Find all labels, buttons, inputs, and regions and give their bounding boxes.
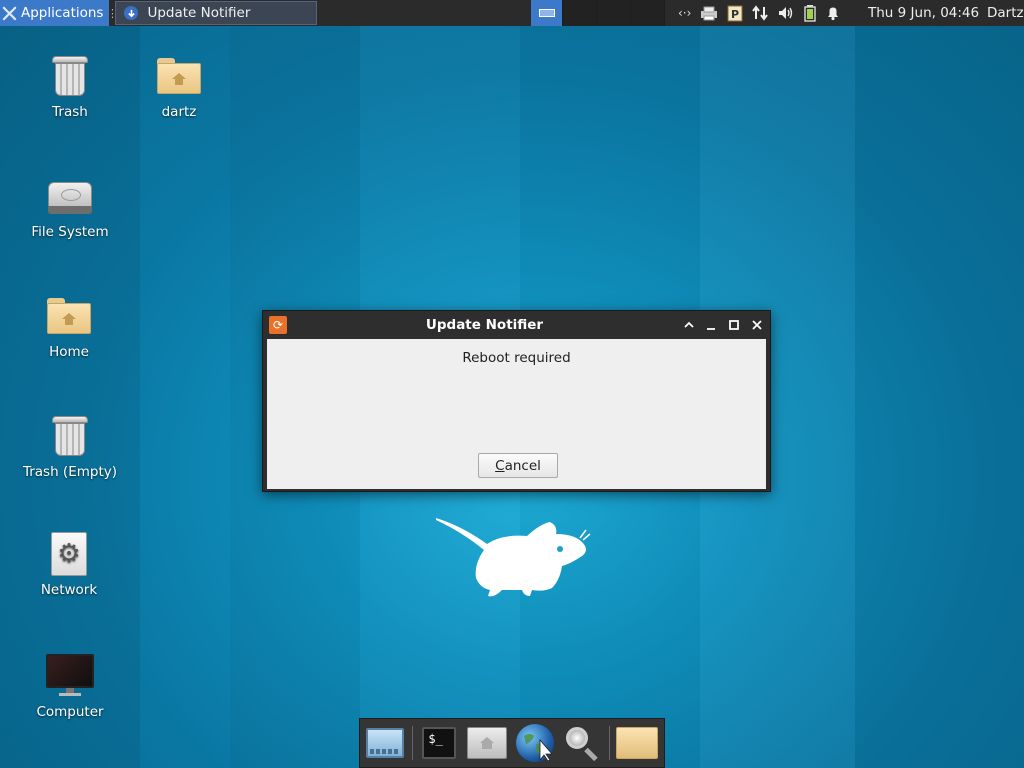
- dialog-title: Update Notifier: [425, 317, 544, 333]
- desktop-icon-label: Trash: [52, 104, 88, 120]
- trash-icon: [46, 52, 94, 100]
- network-activity-icon[interactable]: ‹·›: [678, 6, 691, 20]
- trash-icon: [46, 412, 94, 460]
- workspace-1[interactable]: [531, 0, 563, 26]
- desktop-icon-label: Computer: [36, 704, 104, 720]
- maximize-button[interactable]: [726, 317, 742, 333]
- home-launcher[interactable]: [466, 721, 508, 765]
- parcellite-icon[interactable]: P: [727, 4, 743, 22]
- xfce-mouse-logo: [436, 518, 591, 597]
- taskbar-item-label: Update Notifier: [147, 5, 251, 21]
- dock-separator: [609, 726, 611, 760]
- taskbar-item-update-notifier[interactable]: Update Notifier: [115, 1, 318, 25]
- workspace-switcher: [531, 0, 665, 26]
- top-panel: Applications ⋮ Update Notifier ‹·› P Thu…: [0, 0, 1024, 26]
- cancel-label-rest: ancel: [504, 457, 541, 474]
- cancel-button[interactable]: Cancel: [478, 453, 558, 478]
- dialog-titlebar[interactable]: ⟳ Update Notifier: [263, 311, 770, 339]
- desktop-icon-dartz[interactable]: dartz: [124, 52, 234, 120]
- terminal-icon: $_: [422, 727, 457, 759]
- workspace-4[interactable]: [631, 0, 665, 26]
- volume-icon[interactable]: [777, 5, 795, 21]
- applications-menu-button[interactable]: Applications: [0, 0, 110, 26]
- file-manager-launcher[interactable]: [616, 721, 659, 765]
- show-desktop-button[interactable]: [364, 721, 406, 765]
- cancel-mnemonic: C: [495, 457, 505, 474]
- dock-separator: [411, 726, 413, 760]
- desktop-icon-trash-empty[interactable]: Trash (Empty): [15, 412, 125, 480]
- bottom-dock: $_: [359, 718, 665, 768]
- show-desktop-icon: [365, 728, 404, 758]
- desktop-icon-label: Trash (Empty): [22, 464, 118, 480]
- desktop-icon-label: Home: [49, 344, 89, 360]
- printer-icon[interactable]: [699, 5, 719, 21]
- battery-icon[interactable]: [803, 4, 817, 22]
- user-menu[interactable]: Dartz: [987, 0, 1024, 26]
- transfer-arrows-icon[interactable]: [751, 5, 769, 21]
- update-notifier-dialog: ⟳ Update Notifier Reboot required Cancel: [262, 310, 771, 492]
- workspace-2[interactable]: [563, 0, 597, 26]
- minimize-button[interactable]: [703, 317, 719, 333]
- home-folder-icon: [45, 292, 93, 340]
- notification-bell-icon[interactable]: [825, 5, 841, 21]
- desktop-icon-label: dartz: [161, 104, 197, 120]
- desktop-icon-label: Network: [40, 582, 98, 598]
- home-icon: [467, 727, 508, 759]
- desktop-icon-label: File System: [31, 224, 109, 240]
- svg-text:P: P: [731, 8, 739, 21]
- home-folder-icon: [155, 52, 203, 100]
- dialog-message: Reboot required: [462, 350, 571, 366]
- monitor-icon: [46, 652, 94, 700]
- clock[interactable]: Thu 9 Jun, 04:46: [868, 0, 979, 26]
- settings-icon: ⚙: [45, 530, 93, 578]
- app-finder-icon: [562, 723, 602, 763]
- desktop-icon-trash[interactable]: Trash: [15, 52, 125, 120]
- file-manager-icon: [616, 727, 659, 759]
- desktop-icon-network[interactable]: ⚙ Network: [14, 530, 124, 598]
- desktop-icon-home[interactable]: Home: [14, 292, 124, 360]
- drive-icon: [46, 172, 94, 220]
- xfce-logo-icon: [2, 6, 17, 20]
- web-browser-icon: [515, 724, 554, 762]
- dialog-body: Reboot required Cancel: [267, 339, 766, 489]
- desktop-icon-file-system[interactable]: File System: [15, 172, 125, 240]
- roll-up-button[interactable]: [681, 317, 697, 333]
- applications-label: Applications: [21, 5, 104, 21]
- update-notifier-icon: [124, 6, 139, 20]
- system-tray: ‹·› P: [678, 0, 841, 26]
- workspace-3[interactable]: [597, 0, 631, 26]
- close-button[interactable]: [749, 317, 765, 333]
- web-browser-launcher[interactable]: [514, 721, 556, 765]
- desktop-icon-computer[interactable]: Computer: [15, 652, 125, 720]
- app-finder-launcher[interactable]: [561, 721, 603, 765]
- terminal-launcher[interactable]: $_: [419, 721, 461, 765]
